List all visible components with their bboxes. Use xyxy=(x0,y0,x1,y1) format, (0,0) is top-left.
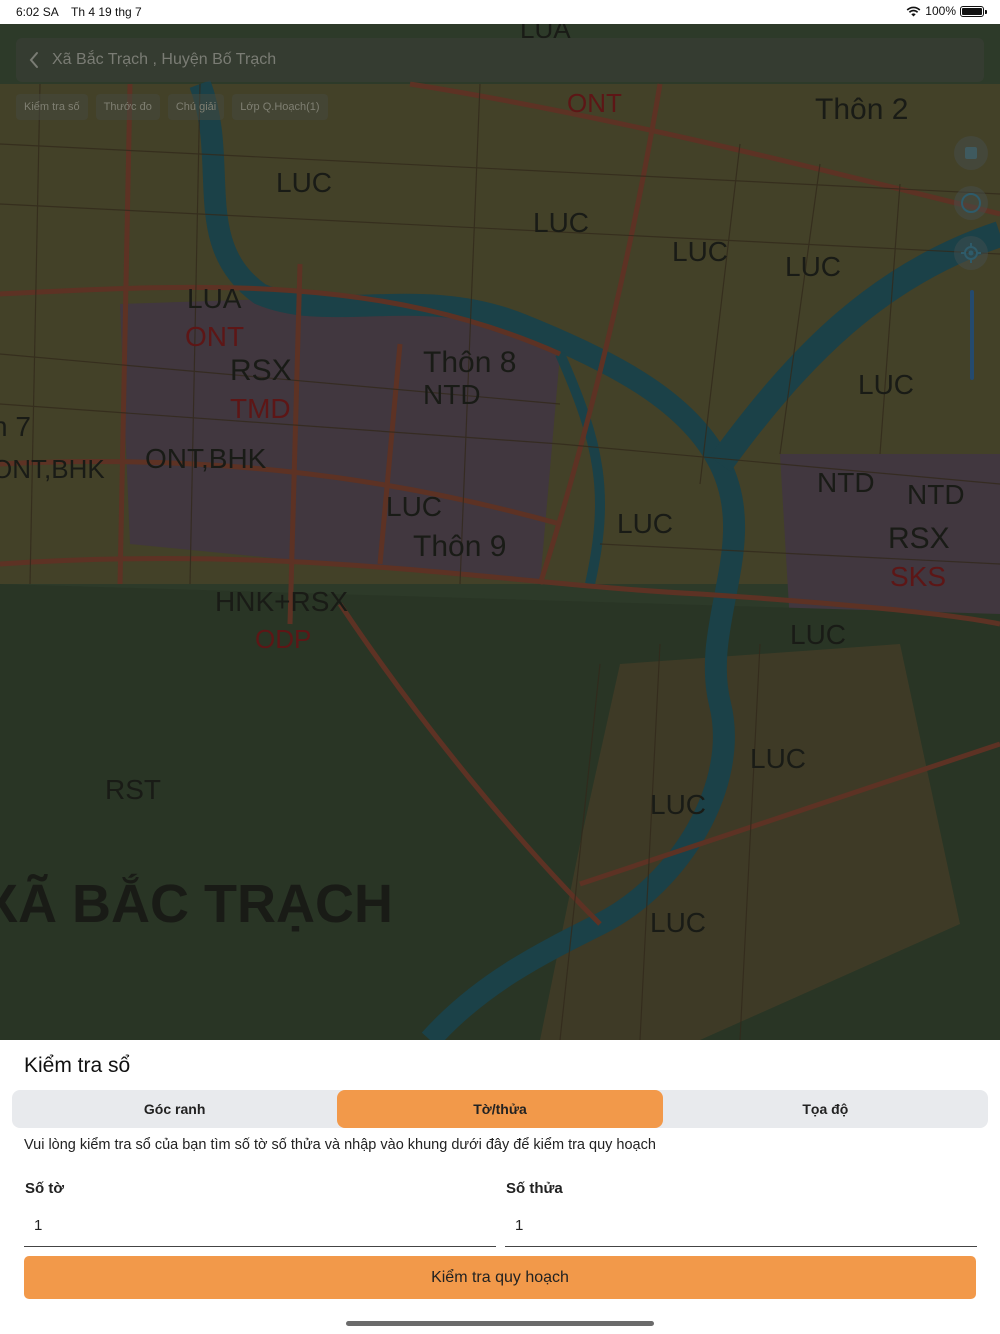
status-date: Th 4 19 thg 7 xyxy=(71,5,142,19)
so-to-input[interactable]: 1 xyxy=(24,1211,496,1247)
layers-button[interactable] xyxy=(954,136,988,170)
segmented-control: Góc ranh Tờ/thửa Tọa độ xyxy=(12,1090,988,1128)
check-sheet: Kiểm tra sổ Góc ranh Tờ/thửa Tọa độ Vui … xyxy=(0,1040,1000,1334)
tab-toa-do[interactable]: Tọa độ xyxy=(663,1090,988,1128)
instruction-text: Vui lòng kiểm tra sổ của bạn tìm số tờ s… xyxy=(24,1137,656,1153)
battery-icon xyxy=(960,5,987,17)
so-thua-field: Số thửa 1 xyxy=(505,1180,977,1247)
map-tools: Kiểm tra số Thước đo Chú giải Lớp Q.Hoạc… xyxy=(16,94,328,120)
chip-kiem-tra-so[interactable]: Kiểm tra số xyxy=(16,94,88,120)
check-planning-button[interactable]: Kiểm tra quy hoạch xyxy=(24,1256,976,1299)
my-location-button[interactable] xyxy=(954,236,988,270)
wifi-icon xyxy=(906,6,921,16)
chip-chu-giai[interactable]: Chú giải xyxy=(167,94,225,120)
sheet-title: Kiểm tra sổ xyxy=(24,1054,131,1077)
opacity-slider[interactable] xyxy=(970,290,974,380)
top-bar: Xã Bắc Trạch , Huyện Bố Trạch xyxy=(16,38,984,82)
so-to-field: Số tờ 1 xyxy=(24,1180,496,1247)
check-planning-label: Kiểm tra quy hoạch xyxy=(431,1268,569,1286)
location-target-icon xyxy=(961,243,981,263)
compass-icon xyxy=(961,193,981,213)
chip-thuoc-do[interactable]: Thước đo xyxy=(95,94,160,120)
status-bar: 6:02 SA Th 4 19 thg 7 100% xyxy=(0,0,1000,24)
layers-icon xyxy=(965,147,977,159)
chip-lop-quy-hoach[interactable]: Lớp Q.Hoạch(1) xyxy=(232,94,328,120)
back-button[interactable] xyxy=(16,38,52,82)
home-indicator xyxy=(346,1321,654,1326)
tab-goc-ranh[interactable]: Góc ranh xyxy=(12,1090,337,1128)
map-canvas[interactable]: LUA Thôn 2 ONT LUC LUC LUC LUC LUA ONT R… xyxy=(0,24,1000,1040)
location-title: Xã Bắc Trạch , Huyện Bố Trạch xyxy=(52,51,277,68)
so-thua-input[interactable]: 1 xyxy=(505,1211,977,1247)
chevron-left-icon xyxy=(29,52,38,68)
map-view[interactable]: LUA Thôn 2 ONT LUC LUC LUC LUC LUA ONT R… xyxy=(0,24,1000,1040)
compass-button[interactable] xyxy=(954,186,988,220)
tab-to-thua[interactable]: Tờ/thửa xyxy=(337,1090,663,1128)
battery-percent: 100% xyxy=(925,4,956,18)
so-thua-label: Số thửa xyxy=(506,1180,563,1197)
so-to-label: Số tờ xyxy=(25,1180,64,1197)
status-time: 6:02 SA xyxy=(16,5,59,19)
